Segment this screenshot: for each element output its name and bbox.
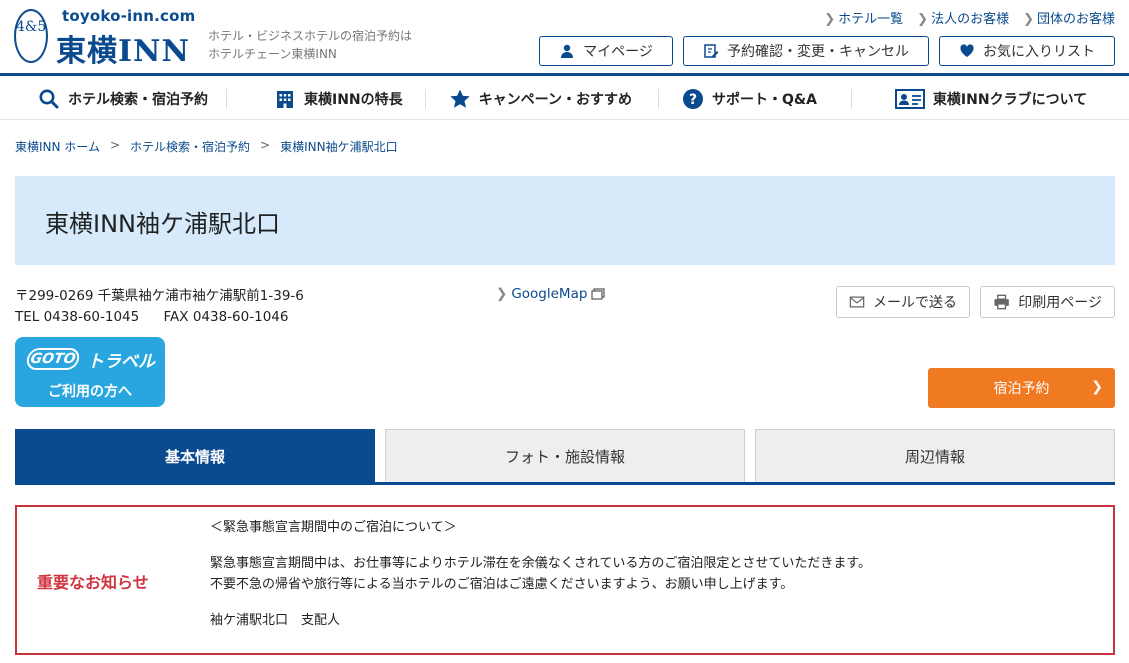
googlemap-link[interactable]: ❯ GoogleMap [496, 286, 606, 302]
nav-club-label: 東横INNクラブについて [932, 91, 1088, 108]
send-mail-label: メールで送る [873, 295, 957, 311]
street-address: 千葉県袖ケ浦市袖ケ浦駅前1-39-6 [97, 288, 304, 304]
tab-basic-info-label: 基本情報 [164, 447, 225, 466]
tab-surroundings-label: 周辺情報 [904, 447, 965, 466]
tel-number: TEL 0438-60-1045 [15, 309, 140, 325]
notice-label: 重要なお知らせ [37, 573, 149, 592]
chevron-right-icon: ❯ [824, 12, 836, 27]
breadcrumb-separator: > [109, 138, 121, 152]
nav-support-label: サポート・Q&A [711, 91, 817, 108]
site-tagline: ホテル・ビジネスホテルの宿泊予約は ホテルチェーン東横INN [208, 27, 412, 63]
external-window-icon [591, 288, 606, 300]
hotel-title-band: 東横INN袖ケ浦駅北口 [15, 176, 1115, 265]
reserve-label: 宿泊予約 [993, 381, 1050, 397]
googlemap-label: GoogleMap [511, 286, 588, 302]
top-links: ❯ ホテル一覧 ❯ 法人のお客様 ❯ 団体のお客様 [824, 8, 1115, 27]
nav-campaign[interactable]: キャンペーン・おすすめ [424, 78, 658, 120]
building-icon [277, 90, 293, 108]
link-hotel-list[interactable]: ❯ ホテル一覧 [824, 8, 903, 27]
fax-number: FAX 0438-60-1046 [163, 309, 289, 325]
utility-buttons: メールで送る 印刷用ページ [836, 286, 1115, 318]
print-page-label: 印刷用ページ [1018, 295, 1102, 311]
nav-club[interactable]: 東横INNクラブについて [850, 78, 1105, 120]
logo-mark: 4&5 [14, 9, 48, 63]
nav-features-label: 東横INNの特長 [304, 91, 403, 108]
tab-photo-facilities-label: フォト・施設情報 [504, 447, 625, 466]
postal-code: 〒299-0269 [15, 288, 94, 304]
nav-search-label: ホテル検索・宿泊予約 [68, 91, 208, 108]
info-tabs: 基本情報 フォト・施設情報 周辺情報 [15, 429, 1115, 485]
nav-campaign-label: キャンペーン・おすすめ [478, 91, 632, 108]
breadcrumb-separator: > [260, 138, 271, 152]
reserve-button[interactable]: 宿泊予約 ❯ [928, 368, 1115, 408]
mail-icon [849, 296, 865, 308]
goto-badge: GOTO [25, 348, 81, 370]
nav-search[interactable]: ホテル検索・宿泊予約 [0, 78, 226, 120]
goto-travel-banner[interactable]: GOTO トラベル ご利用の方へ [15, 337, 165, 407]
notice-body: ＜緊急事態宣言期間中のご宿泊について＞ 緊急事態宣言期間中は、お仕事等によりホテ… [210, 517, 871, 631]
mypage-button[interactable]: マイページ [539, 36, 673, 66]
link-corporate[interactable]: ❯ 法人のお客様 [917, 8, 1009, 27]
tagline-line-2: ホテルチェーン東横INN [208, 47, 337, 61]
svg-text:?: ? [689, 92, 697, 108]
favorites-button[interactable]: お気に入りリスト [939, 36, 1115, 66]
nav-support[interactable]: ? サポート・Q&A [657, 78, 851, 120]
breadcrumb: 東横INN ホーム > ホテル検索・宿泊予約 > 東横INN袖ケ浦駅北口 [15, 138, 398, 155]
notice-signature: 袖ケ浦駅北口 支配人 [210, 613, 341, 628]
tagline-line-1: ホテル・ビジネスホテルの宿泊予約は [208, 29, 413, 43]
nav-features[interactable]: 東横INNの特長 [226, 78, 425, 120]
notice-line-1: 緊急事態宣言期間中は、お仕事等によりホテル滞在を余儀なくされている方のご宿泊限定… [210, 556, 872, 571]
link-group-label: 団体のお客様 [1036, 12, 1115, 27]
logo-domain: toyoko-inn.com [62, 7, 196, 25]
page-title: 東横INN袖ケ浦駅北口 [45, 210, 280, 238]
logo-name: 東横INN [56, 34, 190, 69]
goto-subtitle: ご利用の方へ [48, 384, 132, 400]
tab-surroundings[interactable]: 周辺情報 [755, 429, 1115, 482]
user-icon [561, 44, 574, 58]
goto-travel-title: トラベル [87, 352, 155, 372]
reservation-check-button[interactable]: 予約確認・変更・キャンセル [683, 36, 929, 66]
breadcrumb-current[interactable]: 東横INN袖ケ浦駅北口 [280, 138, 398, 155]
breadcrumb-home[interactable]: 東横INN ホーム [15, 138, 100, 155]
edit-document-icon [704, 44, 719, 58]
heart-icon [960, 44, 974, 57]
chevron-right-icon: ❯ [496, 286, 508, 302]
site-logo[interactable]: 4&5 toyoko-inn.com 東横INN [14, 6, 204, 69]
print-page-button[interactable]: 印刷用ページ [980, 286, 1115, 318]
reservation-check-label: 予約確認・変更・キャンセル [727, 44, 909, 60]
link-group[interactable]: ❯ 団体のお客様 [1023, 8, 1115, 27]
send-mail-button[interactable]: メールで送る [836, 286, 970, 318]
search-icon [39, 89, 59, 108]
mypage-label: マイページ [583, 44, 653, 60]
star-icon [449, 89, 470, 108]
chevron-right-icon: ❯ [1091, 379, 1103, 395]
link-corporate-label: 法人のお客様 [931, 12, 1010, 27]
printer-icon [994, 294, 1009, 310]
help-icon: ? [682, 88, 703, 109]
header-buttons: マイページ 予約確認・変更・キャンセル お気に入りリスト [539, 36, 1115, 66]
breadcrumb-search[interactable]: ホテル検索・宿泊予約 [130, 138, 250, 155]
link-hotel-list-label: ホテル一覧 [838, 12, 904, 27]
site-header: 4&5 toyoko-inn.com 東横INN ホテル・ビジネスホテルの宿泊予… [0, 0, 1129, 76]
important-notice: 重要なお知らせ ＜緊急事態宣言期間中のご宿泊について＞ 緊急事態宣言期間中は、お… [15, 505, 1115, 655]
tab-basic-info[interactable]: 基本情報 [15, 429, 375, 482]
member-card-icon [894, 88, 925, 109]
global-nav: ホテル検索・宿泊予約 東横INNの特長 キャンペーン・おすすめ ? サポート・Q… [0, 78, 1129, 120]
chevron-right-icon: ❯ [917, 12, 929, 27]
tab-photo-facilities[interactable]: フォト・施設情報 [385, 429, 745, 482]
favorites-label: お気に入りリスト [983, 44, 1095, 60]
notice-line-2: 不要不急の帰省や旅行等による当ホテルのご宿泊はご遠慮くださいますよう、お願い申し… [210, 577, 794, 592]
hotel-address-block: 〒299-0269 千葉県袖ケ浦市袖ケ浦駅前1-39-6 TEL 0438-60… [15, 286, 304, 328]
chevron-right-icon: ❯ [1023, 12, 1034, 27]
notice-heading: ＜緊急事態宣言期間中のご宿泊について＞ [210, 520, 457, 535]
